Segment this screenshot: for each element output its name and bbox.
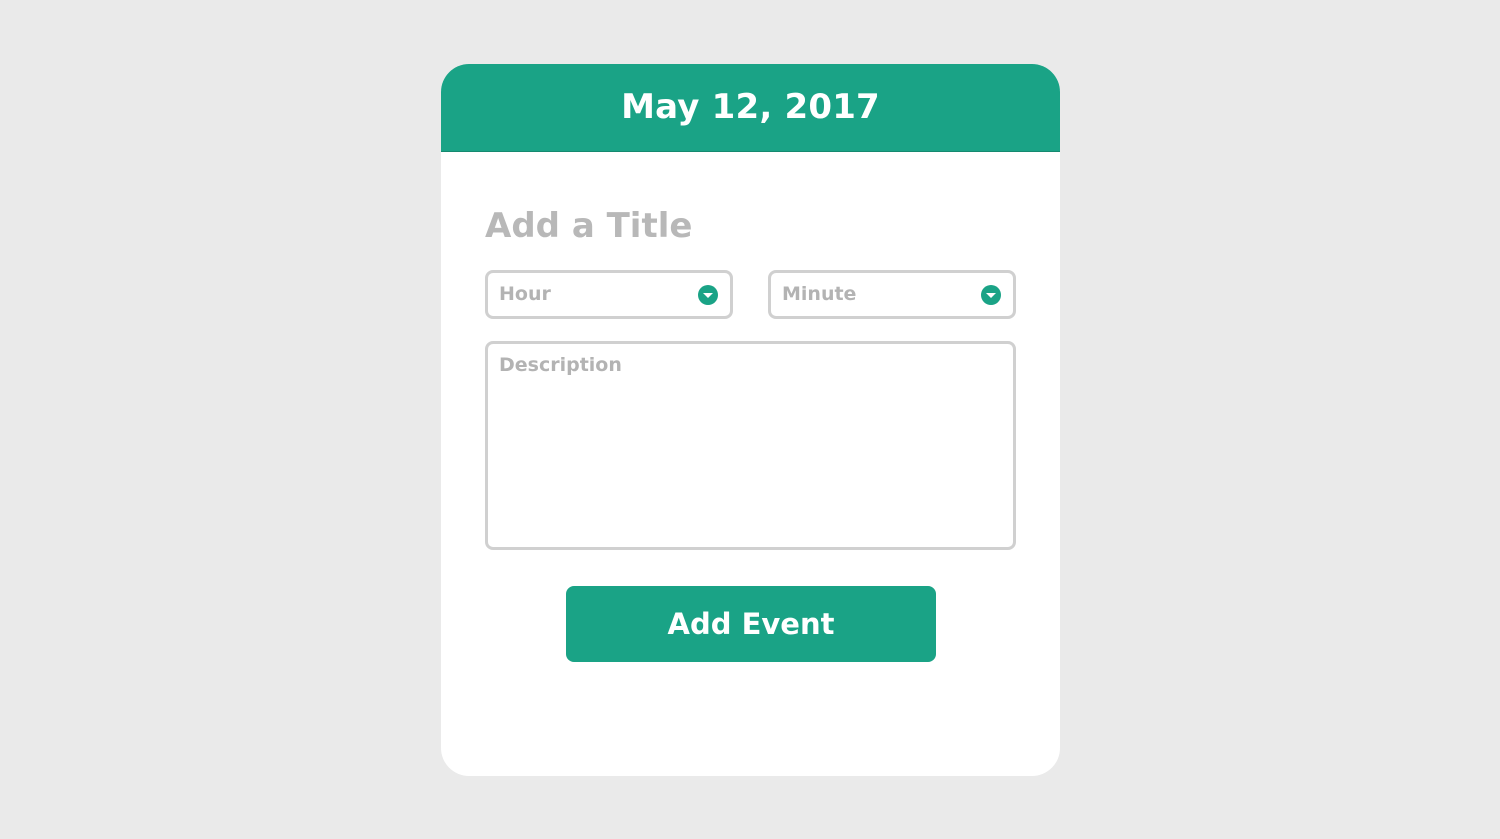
- minute-select[interactable]: Minute: [768, 270, 1016, 319]
- minute-select-label: Minute: [782, 283, 857, 305]
- add-event-button[interactable]: Add Event: [566, 586, 936, 662]
- hour-select[interactable]: Hour: [485, 270, 733, 319]
- selected-date: May 12, 2017: [621, 86, 880, 127]
- add-event-card: May 12, 2017 Hour Minute Add Event: [441, 64, 1060, 776]
- description-textarea[interactable]: [485, 341, 1016, 550]
- card-header: May 12, 2017: [441, 64, 1060, 152]
- event-title-input[interactable]: [485, 202, 1016, 250]
- chevron-down-icon: [698, 285, 718, 305]
- hour-select-label: Hour: [499, 283, 551, 305]
- chevron-down-icon: [981, 285, 1001, 305]
